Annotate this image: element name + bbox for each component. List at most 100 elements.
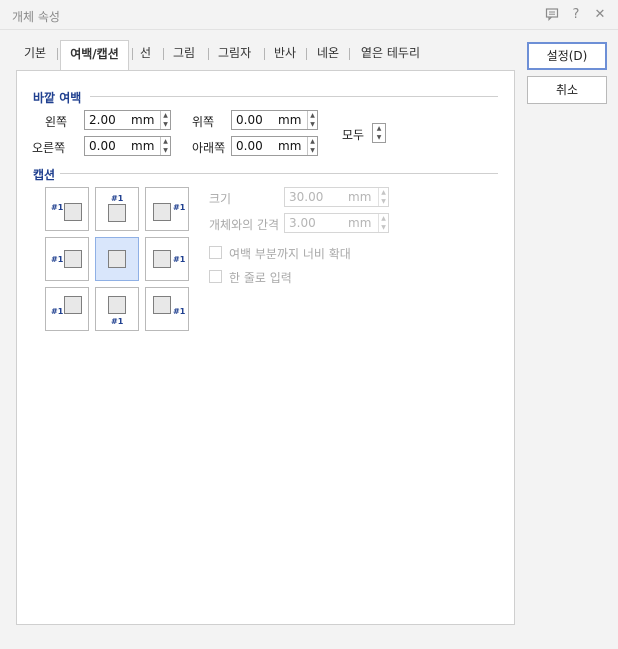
spin-up-icon[interactable]: ▲ (373, 124, 385, 133)
margin-bottom-label: 아래쪽 (192, 141, 226, 155)
cancel-button[interactable]: 취소 (527, 76, 607, 104)
tab-picture[interactable]: 그림 (173, 40, 195, 70)
margin-top-label: 위쪽 (192, 115, 215, 129)
tab-separator (349, 48, 350, 60)
margin-all-spinner[interactable]: ▲ ▼ (372, 123, 386, 143)
tab-separator (57, 48, 58, 60)
caption-position-label: #1 (51, 255, 64, 264)
tab-shadow[interactable]: 그림자 (218, 40, 251, 70)
expand-width-label: 여백 부분까지 너비 확대 (229, 247, 351, 261)
help-icon[interactable]: ? (568, 7, 584, 23)
margin-right-input[interactable]: 0.00 mm ▲ ▼ (84, 136, 171, 156)
caption-gap-label: 개체와의 간격 (209, 218, 280, 232)
margin-left-value: 2.00 (89, 113, 116, 127)
expand-width-checkbox[interactable] (209, 246, 222, 259)
margin-left-label: 왼쪽 (45, 115, 68, 129)
spin-arrows[interactable]: ▲ ▼ (160, 111, 170, 129)
tab-separator (306, 48, 307, 60)
tab-soft-edge[interactable]: 옅은 테두리 (361, 40, 420, 70)
object-box-icon (153, 250, 171, 268)
spin-arrows[interactable]: ▲ ▼ (307, 111, 317, 129)
spin-arrows[interactable]: ▲ ▼ (307, 137, 317, 155)
tab-neon[interactable]: 네온 (317, 40, 339, 70)
single-line-label: 한 줄로 입력 (229, 271, 292, 285)
tab-reflection[interactable]: 반사 (274, 40, 296, 70)
margin-right-unit: mm (131, 139, 155, 153)
spin-down-icon[interactable]: ▼ (308, 120, 317, 129)
single-line-checkbox[interactable] (209, 270, 222, 283)
caption-title: 캡션 (33, 168, 56, 182)
margin-right-value: 0.00 (89, 139, 116, 153)
margin-left-input[interactable]: 2.00 mm ▲ ▼ (84, 110, 171, 130)
tab-separator (264, 48, 265, 60)
caption-position-label: #1 (173, 203, 186, 212)
spin-arrows[interactable]: ▲ ▼ (378, 214, 388, 232)
outer-margin-title: 바깥 여백 (33, 91, 82, 105)
margin-top-value: 0.00 (236, 113, 263, 127)
title-bar: 개체 속성 ? ✕ (0, 0, 618, 30)
caption-position-label: #1 (51, 307, 64, 316)
caption-position-top[interactable]: #1 (95, 187, 139, 231)
caption-gap-unit: mm (348, 216, 372, 230)
margin-right-label: 오른쪽 (32, 141, 66, 155)
spin-down-icon[interactable]: ▼ (379, 197, 388, 206)
object-box-icon (108, 296, 126, 314)
caption-size-label: 크기 (209, 192, 232, 206)
caption-position-left-bottom[interactable]: #1 (45, 287, 89, 331)
section-divider (90, 96, 498, 97)
spin-up-icon[interactable]: ▲ (379, 214, 388, 223)
spin-down-icon[interactable]: ▼ (379, 223, 388, 232)
spin-arrows[interactable]: ▲ ▼ (160, 137, 170, 155)
caption-gap-input[interactable]: 3.00 mm ▲ ▼ (284, 213, 389, 233)
margin-bottom-unit: mm (278, 139, 302, 153)
caption-position-label: #1 (51, 203, 64, 212)
comment-icon[interactable] (544, 7, 560, 23)
caption-size-input[interactable]: 30.00 mm ▲ ▼ (284, 187, 389, 207)
spin-down-icon[interactable]: ▼ (373, 133, 385, 142)
margin-bottom-input[interactable]: 0.00 mm ▲ ▼ (231, 136, 318, 156)
margin-all-label: 모두 (342, 128, 365, 142)
margin-top-input[interactable]: 0.00 mm ▲ ▼ (231, 110, 318, 130)
tab-separator (208, 48, 209, 60)
tab-margin-caption[interactable]: 여백/캡션 (60, 40, 129, 72)
spin-up-icon[interactable]: ▲ (308, 137, 317, 146)
spin-up-icon[interactable]: ▲ (379, 188, 388, 197)
object-box-icon (108, 250, 126, 268)
caption-position-label: #1 (111, 194, 124, 203)
margin-bottom-value: 0.00 (236, 139, 263, 153)
margin-top-unit: mm (278, 113, 302, 127)
caption-position-right-bottom[interactable]: #1 (145, 287, 189, 331)
close-icon[interactable]: ✕ (592, 7, 608, 23)
tab-basic[interactable]: 기본 (24, 40, 46, 70)
tab-separator (163, 48, 164, 60)
caption-position-bottom[interactable]: #1 (95, 287, 139, 331)
caption-position-none[interactable] (95, 237, 139, 281)
tab-line[interactable]: 선 (140, 40, 151, 70)
caption-position-left[interactable]: #1 (45, 237, 89, 281)
window-title: 개체 속성 (12, 10, 60, 24)
object-box-icon (64, 296, 82, 314)
caption-position-right[interactable]: #1 (145, 237, 189, 281)
spin-up-icon[interactable]: ▲ (161, 137, 170, 146)
object-box-icon (64, 203, 82, 221)
object-box-icon (108, 204, 126, 222)
caption-position-right-top[interactable]: #1 (145, 187, 189, 231)
caption-size-unit: mm (348, 190, 372, 204)
tab-separator (132, 48, 133, 60)
object-box-icon (64, 250, 82, 268)
caption-position-left-top[interactable]: #1 (45, 187, 89, 231)
spin-down-icon[interactable]: ▼ (161, 146, 170, 155)
spin-down-icon[interactable]: ▼ (308, 146, 317, 155)
object-box-icon (153, 296, 171, 314)
object-box-icon (153, 203, 171, 221)
caption-position-label: #1 (173, 255, 186, 264)
spin-down-icon[interactable]: ▼ (161, 120, 170, 129)
caption-position-label: #1 (111, 317, 124, 326)
ok-button[interactable]: 설정(D) (527, 42, 607, 70)
spin-arrows[interactable]: ▲ ▼ (378, 188, 388, 206)
spin-up-icon[interactable]: ▲ (161, 111, 170, 120)
caption-size-value: 30.00 (289, 190, 324, 204)
margin-left-unit: mm (131, 113, 155, 127)
spin-up-icon[interactable]: ▲ (308, 111, 317, 120)
section-divider (60, 173, 498, 174)
